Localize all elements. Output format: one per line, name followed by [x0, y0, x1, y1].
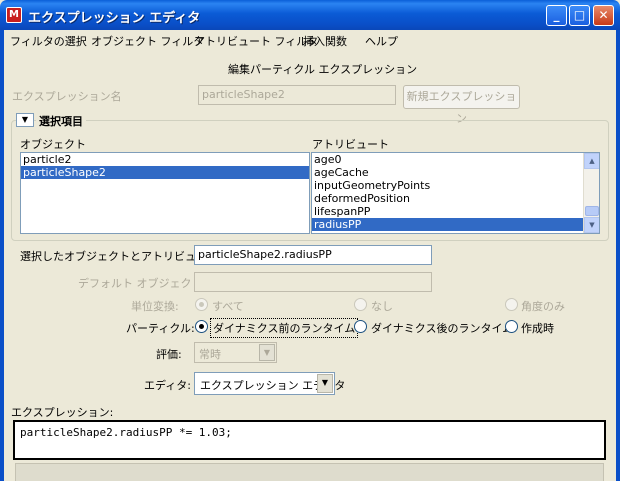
default-object-label: デフォルト オブジェクト: [78, 277, 207, 290]
menu-help[interactable]: ヘルプ [365, 33, 398, 49]
unit-conversion-label: 単位変換: [131, 300, 179, 313]
evaluation-label: 評価: [156, 348, 182, 361]
list-item[interactable]: inputGeometryPoints [312, 179, 583, 192]
attribute-scrollbar[interactable]: ▲ ▼ [583, 153, 599, 233]
collapse-toggle-icon[interactable]: ▼ [16, 113, 34, 127]
list-item[interactable]: age0 [312, 153, 583, 166]
editor-dropdown[interactable]: エクスプレッション エディタ ▼ [194, 372, 345, 395]
particle-runtime-before-radio[interactable] [195, 320, 208, 333]
selected-obj-attr-field[interactable]: particleShape2.radiusPP [194, 245, 432, 265]
evaluation-value: 常時 [199, 348, 221, 361]
unit-none-radio[interactable] [354, 298, 367, 311]
unit-all-label: すべて [212, 300, 244, 313]
selected-obj-attr-label: 選択したオブジェクトとアトリビュート: [20, 250, 222, 263]
particle-label: パーティクル: [126, 322, 195, 335]
list-item[interactable]: lifespanPP [312, 205, 583, 218]
particle-runtime-before-label: ダイナミクス前のランタイム [210, 318, 359, 338]
scroll-down-icon[interactable]: ▼ [584, 217, 599, 233]
unit-angle-label: 角度のみ [521, 300, 565, 313]
scroll-up-icon[interactable]: ▲ [584, 153, 599, 169]
particle-creation-radio[interactable] [505, 320, 518, 333]
close-button[interactable]: ✕ [593, 5, 614, 26]
list-item[interactable]: radiusPP [312, 218, 583, 231]
window-frame-left [0, 30, 4, 481]
menu-bar: フィルタの選択 オブジェクト フィルタ アトリビュート フィルタ 挿入関数 ヘル… [4, 30, 616, 50]
attribute-list[interactable]: age0 ageCache inputGeometryPoints deform… [311, 152, 600, 234]
particle-creation-label: 作成時 [521, 322, 554, 335]
window-title: エクスプレッション エディタ [28, 11, 201, 26]
menu-attribute-filter[interactable]: アトリビュート フィルタ [194, 33, 318, 49]
attributes-label: アトリビュート [312, 138, 389, 151]
menu-insert-function[interactable]: 挿入関数 [303, 33, 347, 49]
expression-name-field[interactable]: particleShape2 [198, 85, 396, 105]
list-item[interactable]: particle2 [21, 153, 309, 166]
chevron-down-icon[interactable]: ▼ [317, 374, 333, 393]
menu-select-filter[interactable]: フィルタの選択 [10, 33, 87, 49]
unit-angle-radio[interactable] [505, 298, 518, 311]
output-panel [15, 463, 604, 481]
default-object-field[interactable] [194, 272, 432, 292]
app-icon[interactable]: M [6, 7, 22, 23]
particle-runtime-after-radio[interactable] [354, 320, 367, 333]
expression-editor[interactable]: particleShape2.radiusPP *= 1.03; [13, 420, 606, 460]
window-frame-right [616, 30, 620, 481]
expression-label: エクスプレッション: [11, 406, 114, 419]
object-list[interactable]: particle2 particleShape2 [20, 152, 310, 234]
unit-all-radio[interactable] [195, 298, 208, 311]
editor-label: エディタ: [144, 379, 191, 392]
list-item[interactable]: ageCache [312, 166, 583, 179]
list-item[interactable]: deformedPosition [312, 192, 583, 205]
list-item[interactable]: particleShape2 [21, 166, 309, 179]
maximize-button[interactable]: □ [569, 5, 590, 26]
evaluation-dropdown[interactable]: 常時 ▼ [194, 342, 277, 363]
objects-label: オブジェクト [20, 138, 86, 151]
selection-section-title: 選択項目 [36, 113, 86, 129]
mode-title: 編集パーティクル エクスプレッション [228, 63, 418, 76]
title-bar[interactable]: M エクスプレッション エディタ _ □ ✕ [0, 0, 620, 30]
unit-none-label: なし [371, 300, 393, 313]
expression-name-label: エクスプレッション名 [12, 90, 122, 103]
new-expression-button[interactable]: 新規エクスプレッション [403, 85, 520, 125]
menu-object-filter[interactable]: オブジェクト フィルタ [91, 33, 204, 49]
minimize-button[interactable]: _ [546, 5, 567, 26]
scroll-thumb[interactable] [585, 206, 599, 216]
chevron-down-icon[interactable]: ▼ [259, 344, 275, 361]
particle-runtime-after-label: ダイナミクス後のランタイム [371, 322, 514, 335]
